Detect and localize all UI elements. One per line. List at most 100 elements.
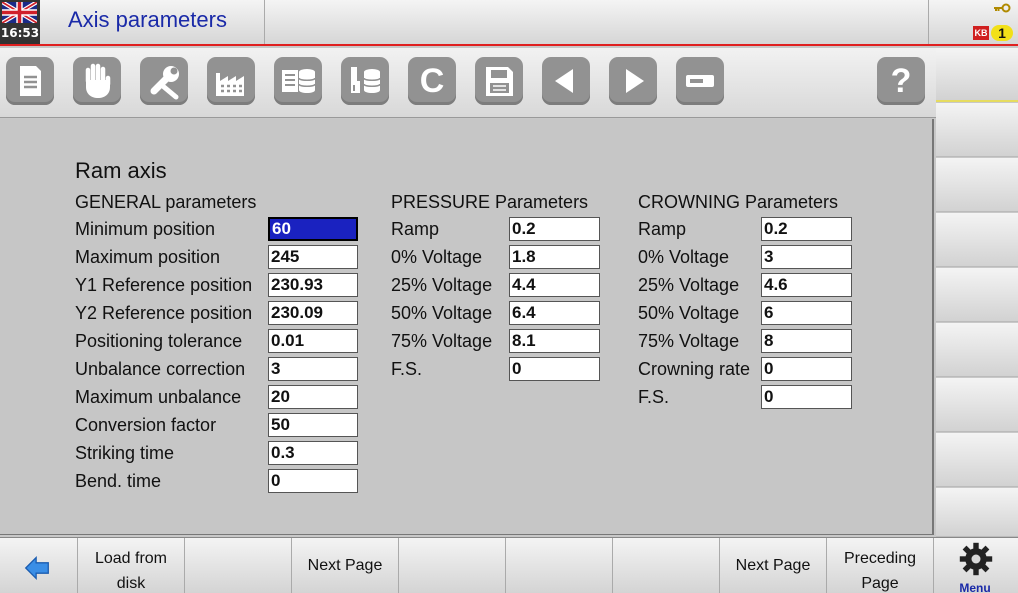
save-button[interactable] [475, 57, 523, 105]
crowning-0-voltage-field[interactable]: 3 [761, 245, 852, 269]
menu-label: Menu [959, 581, 991, 593]
param-label: F.S. [391, 359, 423, 379]
softkey-label: Next Page [307, 557, 383, 574]
wrench-icon [150, 66, 179, 100]
arrow-left-icon [555, 69, 573, 93]
minus-icon [686, 75, 714, 87]
factory-button[interactable] [207, 57, 255, 105]
side-softkey-3[interactable] [936, 158, 1018, 212]
side-softkey-6[interactable] [936, 323, 1018, 377]
pressure-50-voltage-field[interactable]: 6.4 [509, 301, 600, 325]
conversion-factor-field[interactable]: 50 [268, 413, 358, 437]
pressure-header: PRESSURE Parameters [391, 192, 589, 212]
unbalance-correction-field[interactable]: 3 [268, 357, 358, 381]
database-button[interactable] [274, 57, 322, 105]
language-area[interactable]: 16:53 [0, 0, 40, 44]
menu-button[interactable]: Menu [934, 538, 1018, 593]
side-softkey-5[interactable] [936, 268, 1018, 322]
softkey-label-line2: Page [861, 575, 899, 592]
key-icon [994, 3, 1011, 13]
preceding-page-button[interactable]: Preceding Page [827, 538, 934, 593]
softkey-empty-3[interactable] [506, 538, 613, 593]
param-label: 0% Voltage [391, 247, 483, 267]
next-page-button-1[interactable]: Next Page [292, 538, 399, 593]
maximum-unbalance-field[interactable]: 20 [268, 385, 358, 409]
next-page-button-2[interactable]: Next Page [720, 538, 827, 593]
param-label: Minimum position [75, 219, 216, 239]
help-button[interactable]: ? [877, 57, 925, 105]
top-bar: 16:53 Axis parameters KB 1 [0, 0, 1018, 46]
softkey-empty-4[interactable] [613, 538, 720, 593]
minimum-position-field[interactable]: 60 [268, 217, 358, 241]
document-button[interactable] [6, 57, 54, 105]
param-label: Y1 Reference position [75, 275, 253, 295]
manual-mode-button[interactable] [73, 57, 121, 105]
softkey-empty-1[interactable] [185, 538, 292, 593]
crowning-25-voltage-field[interactable]: 4.6 [761, 273, 852, 297]
param-label: Conversion factor [75, 415, 217, 435]
tools-button[interactable] [140, 57, 188, 105]
pressure-75-voltage-field[interactable]: 8.1 [509, 329, 600, 353]
side-softkey-9[interactable] [936, 488, 1018, 537]
next-button[interactable] [609, 57, 657, 105]
y2-reference-position-field[interactable]: 230.09 [268, 301, 358, 325]
param-label: Y2 Reference position [75, 303, 253, 323]
tool-database-button[interactable] [341, 57, 389, 105]
save-icon [486, 67, 513, 96]
bend-time-field[interactable]: 0 [268, 469, 358, 493]
param-label: Ramp [638, 219, 687, 239]
page-title: Axis parameters [68, 7, 227, 32]
side-softkey-4[interactable] [936, 213, 1018, 267]
side-softkey-1[interactable] [936, 48, 1018, 102]
param-label: Ramp [391, 219, 440, 239]
pressure-0-voltage-field[interactable]: 1.8 [509, 245, 600, 269]
param-label: Maximum position [75, 247, 221, 267]
document-icon [20, 66, 41, 96]
pressure-ramp-field[interactable]: 0.2 [509, 217, 600, 241]
param-label: 25% Voltage [391, 275, 493, 295]
factory-icon [216, 73, 244, 96]
maximum-position-field[interactable]: 245 [268, 245, 358, 269]
param-label: Positioning tolerance [75, 331, 243, 351]
param-label: 0% Voltage [638, 247, 730, 267]
side-softkey-7[interactable] [936, 378, 1018, 432]
positioning-tolerance-field[interactable]: 0.01 [268, 329, 358, 353]
striking-time-field[interactable]: 0.3 [268, 441, 358, 465]
right-softkey-bar [936, 48, 1018, 537]
crowning-header: CROWNING Parameters [638, 192, 839, 212]
status-area: KB 1 [928, 0, 1018, 44]
softkey-label: Load from disk [78, 538, 184, 593]
crowning-50-voltage-field[interactable]: 6 [761, 301, 852, 325]
softkey-label: Next Page [735, 557, 811, 574]
title-area: Axis parameters [40, 0, 265, 44]
crowning-fs-field[interactable]: 0 [761, 385, 852, 409]
help-icon: ? [890, 62, 912, 100]
crowning-rate-field[interactable]: 0 [761, 357, 852, 381]
back-arrow-icon [24, 556, 49, 580]
back-button[interactable] [0, 538, 78, 593]
softkey-empty-2[interactable] [399, 538, 506, 593]
database-list-icon [282, 69, 316, 93]
load-from-disk-button[interactable]: Load from disk [78, 538, 185, 593]
crowning-ramp-field[interactable]: 0.2 [761, 217, 852, 241]
clear-button[interactable]: C [408, 57, 456, 105]
uk-flag-icon[interactable] [2, 2, 37, 23]
previous-button[interactable] [542, 57, 590, 105]
crowning-75-voltage-field[interactable]: 8 [761, 329, 852, 353]
param-label: 75% Voltage [638, 331, 740, 351]
param-label: Maximum unbalance [75, 387, 242, 407]
kb-icon: KB [973, 26, 989, 40]
param-label: 50% Voltage [638, 303, 740, 323]
y1-reference-position-field[interactable]: 230.93 [268, 273, 358, 297]
toolbar: C ? [0, 48, 936, 118]
pressure-fs-field[interactable]: 0 [509, 357, 600, 381]
param-label: F.S. [638, 387, 670, 407]
side-softkey-8[interactable] [936, 433, 1018, 487]
arrow-right-icon [626, 69, 644, 93]
side-softkey-2[interactable] [936, 103, 1018, 157]
clock: 16:53 [0, 26, 40, 40]
access-level-badge: 1 [991, 25, 1013, 41]
hand-icon [85, 63, 111, 98]
pressure-25-voltage-field[interactable]: 4.4 [509, 273, 600, 297]
minus-button[interactable] [676, 57, 724, 105]
